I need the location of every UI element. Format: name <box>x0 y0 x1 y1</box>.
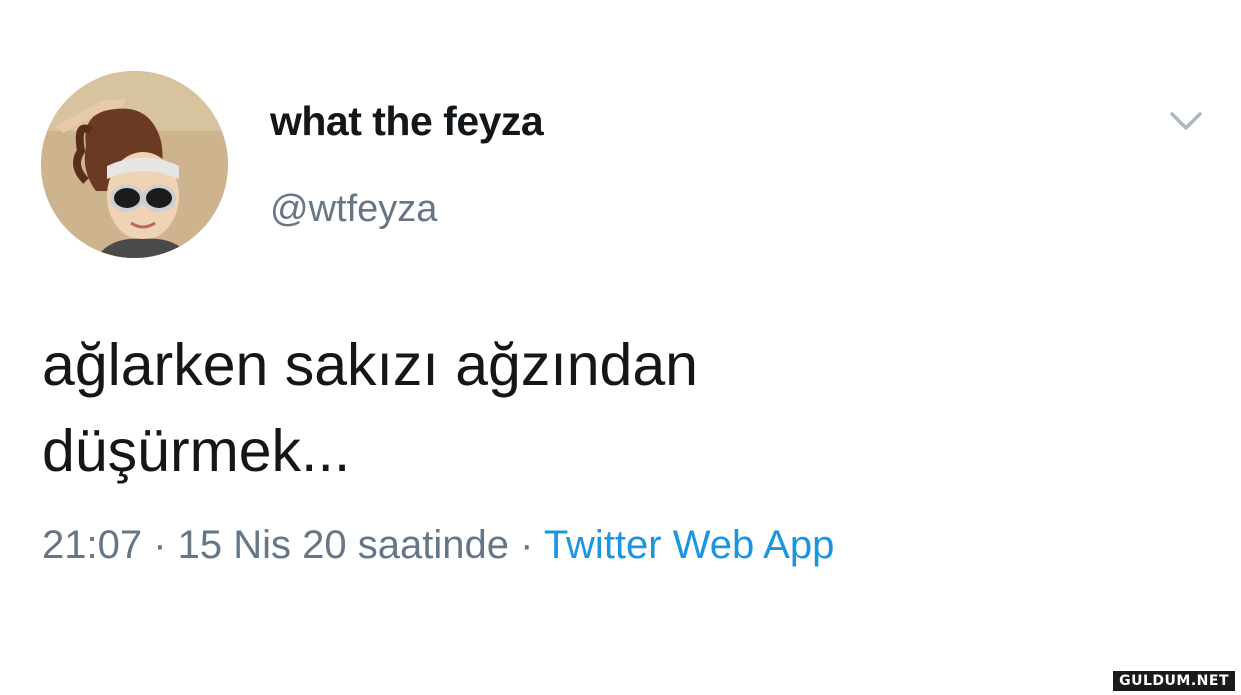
meta-separator: · <box>508 523 544 567</box>
chevron-down-icon[interactable] <box>1166 106 1206 136</box>
profile-photo-icon <box>41 71 228 258</box>
tweet-text-line: ağlarken sakızı ağzından <box>42 332 698 398</box>
display-name[interactable]: what the feyza <box>270 98 544 145</box>
tweet-date[interactable]: 15 Nis 20 saatinde <box>178 523 509 567</box>
tweet-card: what the feyza @wtfeyza ağlarken sakızı … <box>0 0 1241 695</box>
watermark-logo: GULDUM.NET <box>1113 671 1235 691</box>
avatar[interactable] <box>41 71 228 258</box>
tweet-text: ağlarken sakızı ağzından düşürmek... <box>42 322 1042 494</box>
tweet-text-line: düşürmek... <box>42 418 351 484</box>
tweet-time[interactable]: 21:07 <box>42 523 142 567</box>
tweet-meta: 21:07 · 15 Nis 20 saatinde · Twitter Web… <box>42 523 834 568</box>
tweet-source-link[interactable]: Twitter Web App <box>544 523 835 567</box>
user-handle[interactable]: @wtfeyza <box>270 188 437 231</box>
meta-separator: · <box>142 523 178 567</box>
